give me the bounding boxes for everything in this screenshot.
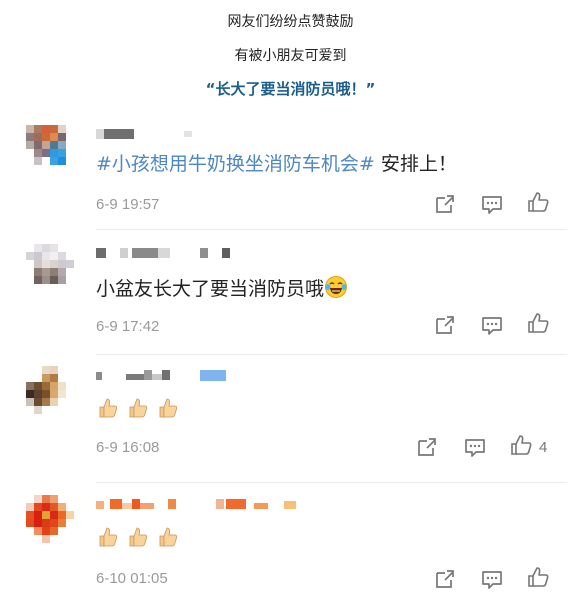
caption-line-2: 有被小朋友可爱到 [234,48,347,64]
avatar[interactable] [26,244,82,300]
share-icon[interactable] [434,193,456,215]
comment-item: #小孩想用牛奶换坐消防车机会# 安排上！ 6-9 19:57 [0,125,581,230]
comment-text: 小盆友长大了要当消防员哦 [96,274,348,304]
hashtag-link[interactable]: #小孩想用牛奶换坐消防车机会# [96,153,375,175]
caption-line-1: 网友们纷纷点赞鼓励 [227,14,354,30]
share-icon[interactable] [416,436,438,458]
thumbs-up-emoji [126,525,150,554]
thumbs-up-emoji [96,525,120,554]
like-icon[interactable] [527,312,549,334]
comment-timestamp: 6-10 01:05 [96,570,168,587]
caption-line-3: “长大了要当消防员哦！” [205,80,376,98]
thumbs-up-emoji [96,396,120,425]
like-icon[interactable] [527,191,549,213]
divider [96,229,567,230]
comment-text: #小孩想用牛奶换坐消防车机会# 安排上！ [96,149,457,176]
avatar[interactable] [26,125,82,181]
comment-icon[interactable] [481,568,503,590]
share-icon[interactable] [434,568,456,590]
comment-icon[interactable] [464,436,486,458]
thumbs-up-emoji [156,396,180,425]
avatar[interactable] [26,366,82,422]
comment-item: 6-9 16:08 4 [0,366,581,483]
comment-icon[interactable] [481,314,503,336]
comment-item: 小盆友长大了要当消防员哦 6-9 17:42 [0,244,581,355]
share-icon[interactable] [434,314,456,336]
comment-timestamp: 6-9 17:42 [96,318,160,335]
divider [96,482,567,483]
thumbs-up-emoji [156,525,180,554]
comment-timestamp: 6-9 19:57 [96,196,160,213]
divider [96,354,567,355]
avatar[interactable] [26,495,82,551]
like-icon[interactable] [527,566,549,588]
laughing-tears-emoji [324,275,348,304]
comment-body: 安排上！ [374,153,457,175]
thumbs-up-emoji [126,396,150,425]
comment-body: 小盆友长大了要当消防员哦 [96,278,325,300]
comment-item: 6-10 01:05 [0,495,581,605]
like-count: 4 [539,439,548,456]
comment-text [96,525,180,554]
comment-text [96,396,180,425]
comment-icon[interactable] [481,193,503,215]
comment-timestamp: 6-9 16:08 [96,439,160,456]
like-icon[interactable] [510,434,532,456]
